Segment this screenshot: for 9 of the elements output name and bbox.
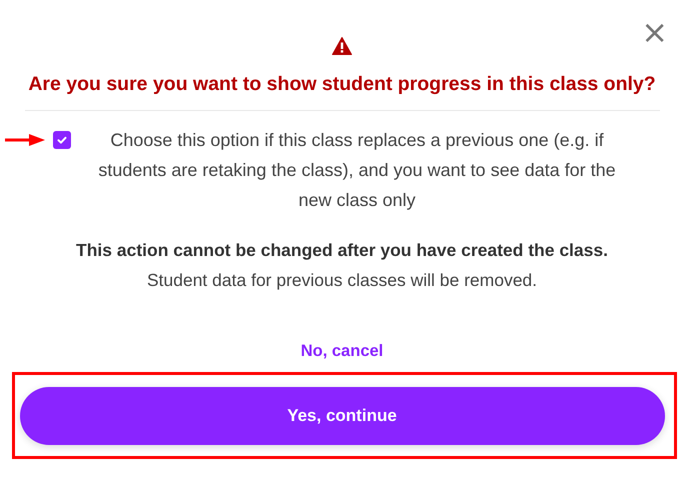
option-label: Choose this option if this class replaces a previous one (e.g. if students are retaking the class), and you want to see data for the new class only (97, 129, 617, 212)
close-button[interactable]: × (639, 16, 670, 48)
option-checkbox[interactable] (53, 131, 71, 149)
continue-button[interactable]: Yes, continue (20, 387, 664, 445)
note-text: Student data for previous classes will be removed. (146, 269, 538, 292)
dialog-title: Are you sure you want to show student progress in this class only? (28, 72, 656, 96)
cancel-link[interactable]: No, cancel (300, 341, 384, 361)
warning-text: This action cannot be changed after you have created the class. (76, 239, 608, 262)
warning-icon (332, 37, 352, 55)
